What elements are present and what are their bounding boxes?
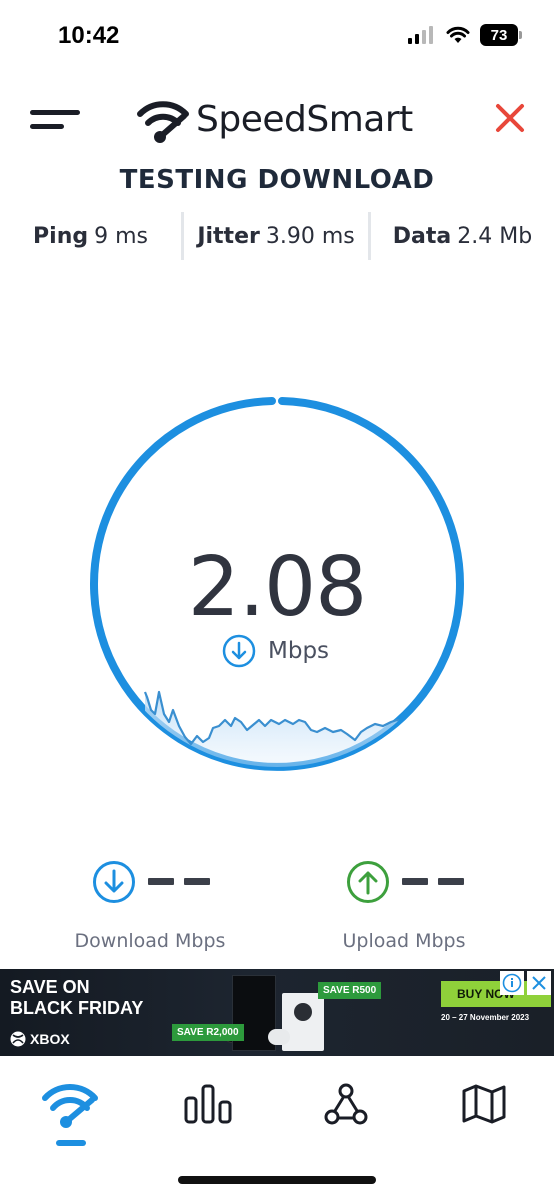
ad-close-icon[interactable] [527, 971, 551, 995]
app-logo: SpeedSmart [134, 94, 413, 144]
upload-value-placeholder [402, 878, 464, 885]
metrics-row: Ping 9 ms Jitter 3.90 ms Data 2.4 Mb [0, 210, 554, 262]
bottom-tab-bar [0, 1056, 554, 1200]
test-status-title: TESTING DOWNLOAD [119, 165, 435, 195]
wifi-icon [42, 1084, 98, 1128]
jitter-label: Jitter [197, 223, 260, 249]
status-icons: 73 [408, 24, 522, 46]
jitter-metric: Jitter 3.90 ms [184, 210, 368, 262]
tab-network[interactable] [316, 1074, 376, 1134]
speedsmart-logo-icon [137, 101, 189, 143]
ad-dates: 20 – 27 November 2023 [441, 1013, 530, 1022]
ad-banner[interactable]: SAVE ON BLACK FRIDAY XBOX BUY NOW 20 – 2… [0, 969, 554, 1056]
tab-results[interactable] [178, 1074, 238, 1134]
data-label: Data [392, 223, 452, 249]
battery-level: 73 [490, 26, 508, 44]
download-result: Download Mbps [50, 858, 250, 958]
upload-label: Upload Mbps [342, 930, 466, 952]
ad-savings-tag: SAVE R500 [318, 982, 382, 999]
ad-console-image [282, 993, 324, 1051]
status-bar: 10:42 73 [0, 0, 554, 72]
download-label: Download Mbps [74, 930, 226, 952]
current-speed-value: 2.08 [187, 540, 368, 635]
cellular-signal-icon [408, 26, 433, 44]
map-icon [462, 1084, 506, 1124]
app-name: SpeedSmart [196, 98, 413, 140]
xbox-logo-icon [10, 1031, 26, 1047]
bar-chart-icon [184, 1084, 232, 1124]
upload-circle-icon [347, 861, 389, 903]
ping-metric: Ping 9 ms [0, 210, 181, 262]
home-indicator [178, 1176, 376, 1184]
download-circle-icon [93, 861, 135, 903]
speed-unit-label: Mbps [268, 638, 330, 664]
data-value: 2.4 Mb [457, 223, 533, 249]
close-icon[interactable] [494, 102, 526, 134]
tab-map[interactable] [454, 1074, 514, 1134]
wifi-status-icon [446, 26, 470, 43]
ad-headline: SAVE ON BLACK FRIDAY [10, 977, 144, 1018]
upload-result: Upload Mbps [304, 858, 504, 958]
active-tab-indicator [56, 1140, 86, 1146]
ping-value: 9 ms [94, 223, 148, 249]
download-arrow-icon [222, 634, 256, 668]
ad-controller-image [268, 1029, 290, 1045]
ad-savings-tag: SAVE R2,000 [172, 1024, 244, 1041]
status-time: 10:42 [58, 22, 120, 49]
network-icon [324, 1083, 368, 1125]
ad-info-icon[interactable] [500, 971, 524, 995]
tab-speed-test[interactable] [40, 1074, 100, 1134]
speed-unit: Mbps [222, 634, 329, 668]
app-header: SpeedSmart [0, 80, 554, 160]
ping-label: Ping [33, 223, 89, 249]
data-metric: Data 2.4 Mb [371, 210, 554, 262]
download-value-placeholder [148, 878, 210, 885]
battery-icon: 73 [480, 24, 522, 46]
ad-brand: XBOX [10, 1031, 70, 1047]
jitter-value: 3.90 ms [265, 223, 355, 249]
menu-icon[interactable] [30, 104, 82, 138]
